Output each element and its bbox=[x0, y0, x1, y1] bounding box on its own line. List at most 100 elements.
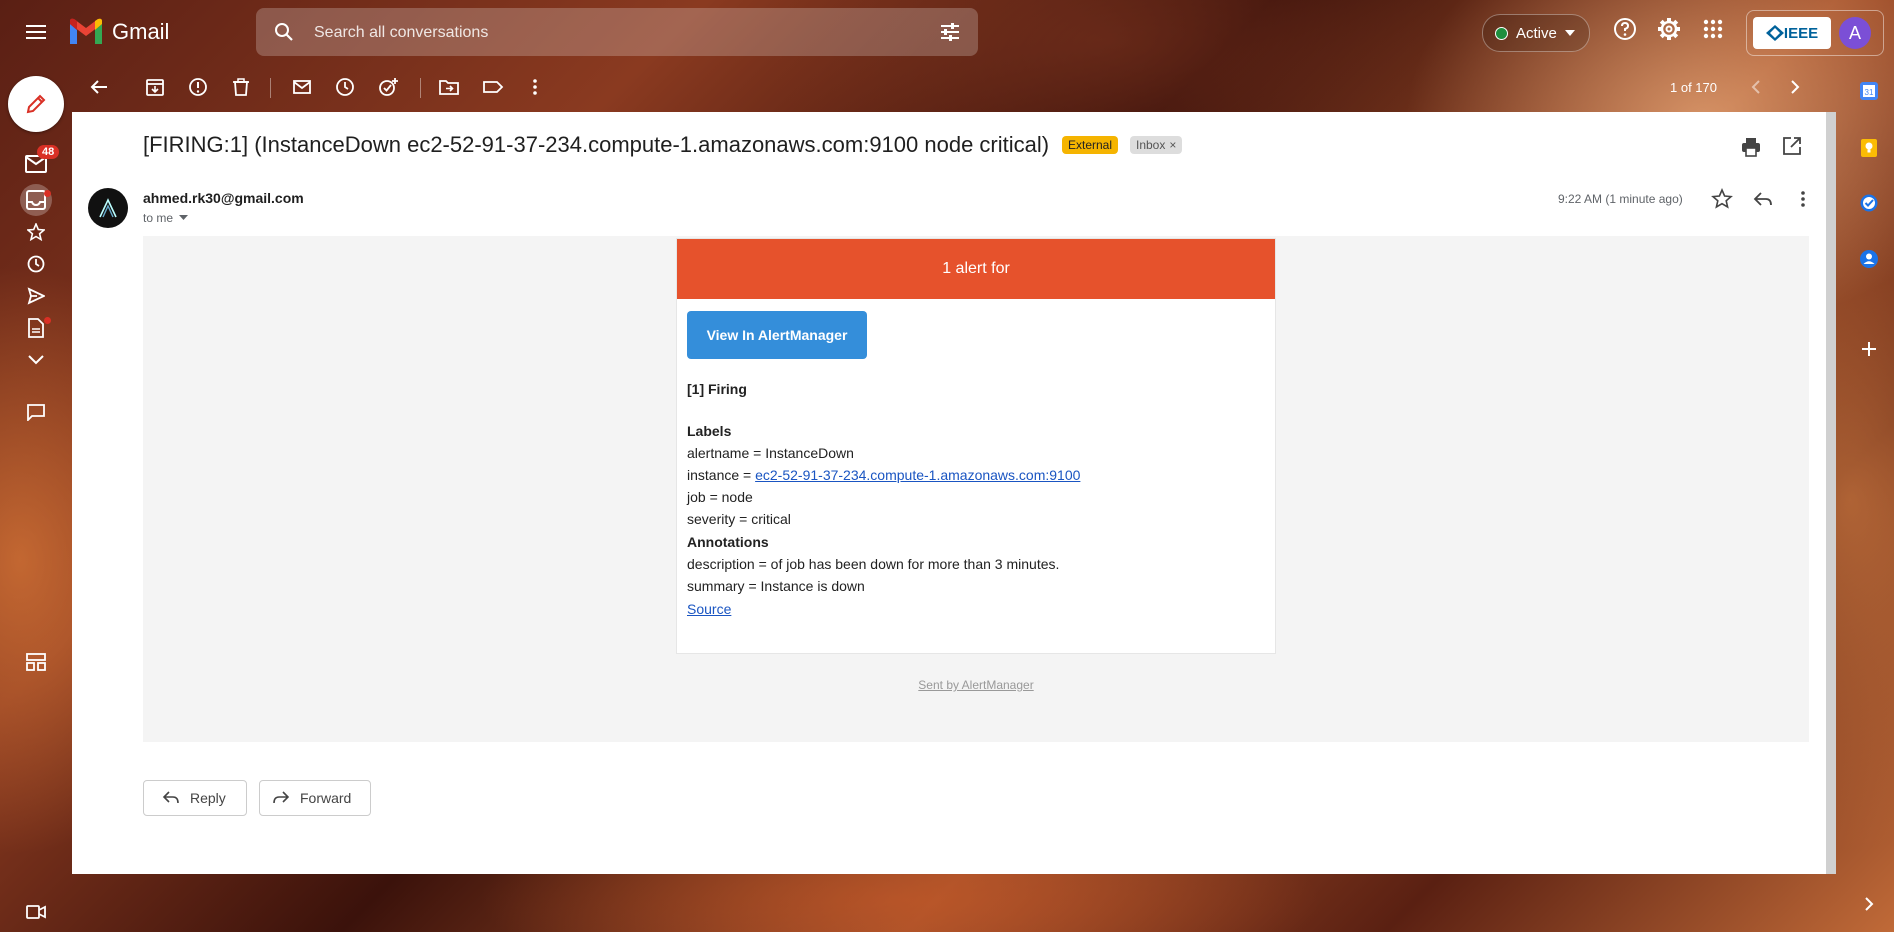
firing-title: [1] Firing bbox=[687, 381, 747, 397]
nav-inbox[interactable] bbox=[20, 184, 52, 216]
labels-title: Labels bbox=[687, 423, 732, 439]
view-in-alertmanager-button[interactable]: View In AlertManager bbox=[687, 311, 867, 359]
toolbar-divider bbox=[270, 78, 271, 98]
label-icon[interactable] bbox=[482, 76, 504, 98]
search-icon[interactable] bbox=[272, 20, 296, 44]
search-input[interactable] bbox=[312, 20, 916, 46]
email-view: [FIRING:1] (InstanceDown ec2-52-91-37-23… bbox=[72, 112, 1826, 874]
star-message-icon[interactable] bbox=[1711, 188, 1733, 210]
clock-icon bbox=[27, 255, 45, 273]
new-mail-dot bbox=[44, 190, 51, 197]
account-avatar[interactable]: A bbox=[1839, 17, 1871, 49]
nav-starred[interactable] bbox=[20, 216, 52, 248]
received-time: 9:22 AM (1 minute ago) bbox=[1558, 192, 1683, 206]
draft-icon bbox=[28, 318, 44, 338]
reply-arrow-icon bbox=[162, 791, 179, 804]
source-link[interactable]: Source bbox=[687, 601, 731, 617]
alert-card: 1 alert for View In AlertManager [1] Fir… bbox=[676, 238, 1276, 654]
search-bar bbox=[256, 8, 978, 56]
get-addons-plus-icon[interactable] bbox=[1858, 338, 1880, 360]
hamburger-icon bbox=[26, 25, 46, 39]
email-body: 1 alert for View In AlertManager [1] Fir… bbox=[143, 236, 1809, 742]
gmail-logo[interactable]: Gmail bbox=[68, 18, 169, 46]
description-line: description = of job has been down for m… bbox=[687, 556, 1060, 572]
more-vertical-icon[interactable] bbox=[524, 76, 546, 98]
toolbar-divider bbox=[420, 78, 421, 98]
mark-unread-icon[interactable] bbox=[291, 76, 313, 98]
star-icon bbox=[27, 223, 45, 241]
sent-by-link[interactable]: Sent by AlertManager bbox=[918, 678, 1033, 692]
account-switcher[interactable]: IEEE A bbox=[1746, 10, 1884, 56]
draft-dot bbox=[44, 317, 51, 324]
nav-snoozed[interactable] bbox=[20, 248, 52, 280]
search-options-icon[interactable] bbox=[938, 20, 962, 44]
caret-down-icon bbox=[179, 215, 189, 220]
nav-more[interactable] bbox=[20, 344, 52, 376]
app-name: Gmail bbox=[112, 19, 170, 44]
nav-sent[interactable] bbox=[20, 280, 52, 312]
reply-button[interactable]: Reply bbox=[143, 780, 247, 816]
compose-button[interactable] bbox=[8, 76, 64, 132]
instance-link[interactable]: ec2-52-91-37-234.compute-1.amazonaws.com… bbox=[755, 467, 1080, 483]
nav-chat[interactable] bbox=[20, 396, 52, 428]
send-icon bbox=[27, 287, 45, 305]
reply-arrow-icon[interactable] bbox=[1752, 188, 1774, 210]
ieee-kite-icon bbox=[1765, 25, 1784, 41]
summary-line: summary = Instance is down bbox=[687, 578, 865, 594]
status-dot bbox=[1495, 26, 1508, 40]
delete-trash-icon[interactable] bbox=[230, 76, 252, 98]
print-icon[interactable] bbox=[1740, 136, 1762, 158]
add-task-icon[interactable] bbox=[377, 76, 399, 98]
recipient-label: to me bbox=[143, 211, 174, 225]
snooze-clock-icon[interactable] bbox=[334, 76, 356, 98]
spaces-icon bbox=[26, 653, 46, 671]
calendar-icon[interactable]: 31 bbox=[1858, 80, 1880, 102]
back-arrow-icon[interactable] bbox=[88, 76, 110, 98]
tasks-icon[interactable] bbox=[1858, 192, 1880, 214]
organization-logo: IEEE bbox=[1753, 17, 1831, 49]
move-to-folder-icon[interactable] bbox=[438, 76, 460, 98]
nav-spaces[interactable] bbox=[20, 646, 52, 678]
more-vertical-icon[interactable] bbox=[1792, 188, 1814, 210]
archive-icon[interactable] bbox=[144, 76, 166, 98]
video-camera-icon bbox=[26, 905, 46, 919]
alertname-line: alertname = InstanceDown bbox=[687, 445, 854, 461]
top-bar: Gmail Active IEEE A bbox=[0, 0, 1894, 64]
nav-meet[interactable] bbox=[20, 896, 52, 928]
contacts-icon[interactable] bbox=[1858, 248, 1880, 270]
open-new-window-icon[interactable] bbox=[1782, 136, 1802, 156]
expand-side-panel-chevron-right-icon[interactable] bbox=[1858, 893, 1880, 915]
apps-grid-icon[interactable] bbox=[1700, 16, 1726, 42]
caret-down-icon bbox=[1564, 30, 1575, 36]
annotations-title: Annotations bbox=[687, 534, 769, 550]
inbox-icon bbox=[26, 190, 46, 210]
alert-header: 1 alert for bbox=[677, 239, 1275, 299]
sender-avatar-logo-icon bbox=[99, 198, 117, 218]
sender-avatar[interactable] bbox=[88, 188, 128, 228]
remove-label-close-icon[interactable]: × bbox=[1169, 138, 1176, 152]
status-label: Active bbox=[1516, 24, 1557, 42]
job-line: job = node bbox=[687, 489, 753, 505]
forward-button[interactable]: Forward bbox=[259, 780, 371, 816]
scrollbar[interactable] bbox=[1826, 112, 1836, 874]
unread-badge: 48 bbox=[37, 145, 60, 159]
keep-notes-icon[interactable] bbox=[1858, 137, 1880, 159]
label-inbox: Inbox × bbox=[1130, 136, 1183, 154]
gmail-m-icon bbox=[70, 18, 102, 44]
label-inbox-text: Inbox bbox=[1136, 138, 1166, 152]
newer-chevron-left-icon[interactable] bbox=[1745, 76, 1767, 98]
recipient-details[interactable]: to me bbox=[143, 211, 189, 225]
svg-text:31: 31 bbox=[1865, 88, 1874, 97]
help-icon[interactable] bbox=[1612, 16, 1638, 42]
email-subject: [FIRING:1] (InstanceDown ec2-52-91-37-23… bbox=[143, 132, 1050, 157]
instance-prefix: instance = bbox=[687, 467, 756, 483]
sender-email[interactable]: ahmed.rk30@gmail.com bbox=[143, 190, 304, 206]
label-external: External bbox=[1062, 136, 1119, 154]
older-chevron-right-icon[interactable] bbox=[1784, 76, 1806, 98]
pencil-icon bbox=[26, 94, 46, 114]
chevron-down-icon bbox=[28, 355, 44, 365]
main-menu-button[interactable] bbox=[16, 14, 56, 50]
report-spam-icon[interactable] bbox=[187, 76, 209, 98]
settings-gear-icon[interactable] bbox=[1656, 16, 1682, 42]
status-selector[interactable]: Active bbox=[1482, 14, 1590, 52]
